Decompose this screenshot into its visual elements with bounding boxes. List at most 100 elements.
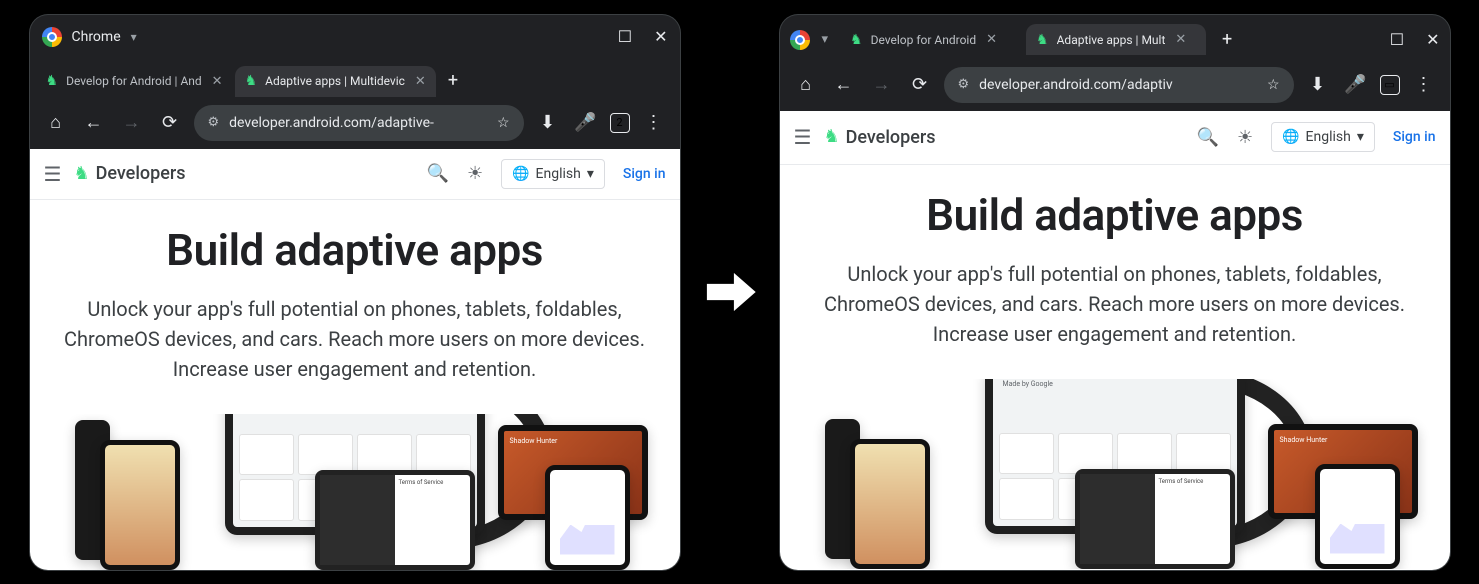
hero-section: Build adaptive apps Unlock your app's fu… [780, 165, 1450, 359]
sign-in-link[interactable]: Sign in [1393, 129, 1436, 145]
maximize-button[interactable]: ☐ [618, 29, 632, 45]
site-settings-icon[interactable]: ⚙ [958, 77, 970, 92]
window-titlebar: ▾ ♞ Develop for Android ✕ ♞ Adaptive app… [780, 15, 1450, 59]
site-header: ☰ ♞ Developers 🔍 ☀ 🌐 English ▾ Sign in [30, 149, 680, 200]
close-button[interactable]: ✕ [654, 29, 667, 45]
android-icon: ♞ [823, 128, 839, 146]
theme-toggle-icon[interactable]: ☀ [467, 163, 483, 184]
page-viewport: ☰ ♞ Developers 🔍 ☀ 🌐 English ▾ Sign in [30, 149, 680, 570]
android-icon: ♞ [73, 165, 89, 183]
foldable-illustration: Terms of Service [315, 470, 475, 570]
phone-chart-illustration [545, 465, 630, 570]
overflow-menu-button[interactable]: ⋮ [640, 112, 668, 133]
tab-title: Adaptive apps | Multidevic [265, 74, 405, 88]
close-tab-icon[interactable]: ✕ [986, 32, 997, 47]
chevron-down-icon[interactable]: ▾ [816, 32, 835, 47]
language-label: English [1306, 129, 1351, 145]
browser-toolbar: ⌂ ← → ⟳ ⚙ developer.android.com/adaptiv … [780, 59, 1450, 111]
language-selector[interactable]: 🌐 English ▾ [1271, 122, 1375, 152]
back-button[interactable]: ← [830, 74, 858, 95]
site-brand[interactable]: ♞ Developers [823, 127, 935, 148]
tab-count-badge[interactable]: 2 [610, 113, 630, 133]
chrome-icon [42, 27, 62, 47]
browser-toolbar: ⌂ ← → ⟳ ⚙ developer.android.com/adaptive… [30, 97, 680, 149]
voice-search-icon[interactable]: 🎤 [1342, 74, 1370, 95]
brand-text: Developers [96, 163, 186, 184]
tab-switcher-button[interactable]: ▭ [1380, 75, 1400, 95]
window-titlebar: Chrome ▾ ☐ ✕ [30, 15, 680, 59]
reload-button[interactable]: ⟳ [156, 112, 184, 133]
address-bar[interactable]: ⚙ developer.android.com/adaptiv ☆ [944, 67, 1294, 103]
tab-adaptive-apps[interactable]: ♞ Adaptive apps | Multidevic ✕ [235, 66, 436, 97]
new-tab-button[interactable]: + [438, 64, 468, 97]
phone-photo-illustration [100, 440, 180, 570]
download-button[interactable]: ⬇ [534, 112, 562, 133]
hero-title: Build adaptive apps [60, 224, 650, 276]
hero-title: Build adaptive apps [810, 189, 1420, 241]
window-controls: ☐ ✕ [618, 29, 668, 45]
android-icon: ♞ [245, 74, 258, 88]
site-actions: 🔍 ☀ 🌐 English ▾ Sign in [1197, 122, 1436, 152]
tab-develop-for-android[interactable]: ♞ Develop for Android ✕ [840, 24, 1020, 55]
laptop-screen-label: Made by Google [239, 414, 471, 430]
url-text: developer.android.com/adaptiv [979, 77, 1257, 93]
devices-illustration: Made by Google Shadow Hunter Terms of Se… [30, 414, 680, 570]
chevron-down-icon: ▾ [1357, 129, 1364, 145]
hero-subtitle: Unlock your app's full potential on phon… [60, 294, 650, 384]
tab-title: Adaptive apps | Mult [1057, 33, 1166, 47]
laptop-screen-label: Made by Google [999, 379, 1231, 429]
search-icon[interactable]: 🔍 [1197, 127, 1219, 148]
hamburger-menu-icon[interactable]: ☰ [794, 125, 812, 149]
page-viewport: ☰ ♞ Developers 🔍 ☀ 🌐 English ▾ Sign in [780, 111, 1450, 570]
home-button[interactable]: ⌂ [42, 112, 70, 133]
star-icon[interactable]: ☆ [497, 115, 510, 131]
url-text: developer.android.com/adaptive- [229, 115, 487, 131]
theme-toggle-icon[interactable]: ☀ [1237, 127, 1253, 148]
language-selector[interactable]: 🌐 English ▾ [501, 159, 605, 189]
language-label: English [536, 166, 581, 182]
back-button[interactable]: ← [80, 112, 108, 133]
android-icon: ♞ [46, 74, 59, 88]
forward-button[interactable]: → [868, 74, 896, 95]
titlebar-left: Chrome ▾ [42, 27, 137, 47]
star-icon[interactable]: ☆ [1267, 77, 1280, 93]
chevron-down-icon: ▾ [587, 166, 594, 182]
chrome-window-wide: ▾ ♞ Develop for Android ✕ ♞ Adaptive app… [780, 15, 1450, 570]
site-header: ☰ ♞ Developers 🔍 ☀ 🌐 English ▾ Sign in [780, 111, 1450, 165]
foldable-illustration: Terms of Service [1075, 469, 1235, 569]
transition-arrow-icon [700, 262, 760, 322]
page-content: ☰ ♞ Developers 🔍 ☀ 🌐 English ▾ Sign in [780, 111, 1450, 570]
window-controls: ☐ ✕ [1390, 32, 1440, 48]
android-icon: ♞ [850, 33, 863, 47]
home-button[interactable]: ⌂ [792, 74, 820, 95]
close-tab-icon[interactable]: ✕ [212, 74, 223, 89]
site-brand[interactable]: ♞ Developers [73, 163, 185, 184]
tab-adaptive-apps[interactable]: ♞ Adaptive apps | Mult ✕ [1026, 24, 1206, 55]
globe-icon: 🌐 [1282, 129, 1299, 145]
hero-section: Build adaptive apps Unlock your app's fu… [30, 200, 680, 394]
overflow-menu-button[interactable]: ⋮ [1410, 74, 1438, 95]
tab-title: Develop for Android [871, 33, 977, 47]
hamburger-menu-icon[interactable]: ☰ [44, 162, 62, 186]
reload-button[interactable]: ⟳ [906, 74, 934, 95]
close-button[interactable]: ✕ [1426, 32, 1439, 48]
page-content: ☰ ♞ Developers 🔍 ☀ 🌐 English ▾ Sign in [30, 149, 680, 570]
new-tab-button[interactable]: + [1212, 23, 1242, 56]
site-settings-icon[interactable]: ⚙ [208, 115, 220, 130]
search-icon[interactable]: 🔍 [427, 163, 449, 184]
close-tab-icon[interactable]: ✕ [415, 74, 426, 89]
app-name: Chrome [72, 29, 121, 45]
voice-search-icon[interactable]: 🎤 [572, 112, 600, 133]
download-button[interactable]: ⬇ [1304, 74, 1332, 95]
chevron-down-icon[interactable]: ▾ [131, 30, 137, 44]
tab-strip: ♞ Develop for Android | And ✕ ♞ Adaptive… [30, 59, 680, 97]
forward-button[interactable]: → [118, 112, 146, 133]
hero-subtitle: Unlock your app's full potential on phon… [810, 259, 1420, 349]
close-tab-icon[interactable]: ✕ [1175, 32, 1186, 47]
maximize-button[interactable]: ☐ [1390, 32, 1404, 48]
phone-photo-illustration [850, 439, 930, 569]
address-bar[interactable]: ⚙ developer.android.com/adaptive- ☆ [194, 105, 524, 141]
android-icon: ♞ [1036, 33, 1049, 47]
tab-develop-for-android[interactable]: ♞ Develop for Android | And ✕ [36, 66, 233, 97]
sign-in-link[interactable]: Sign in [623, 166, 666, 182]
